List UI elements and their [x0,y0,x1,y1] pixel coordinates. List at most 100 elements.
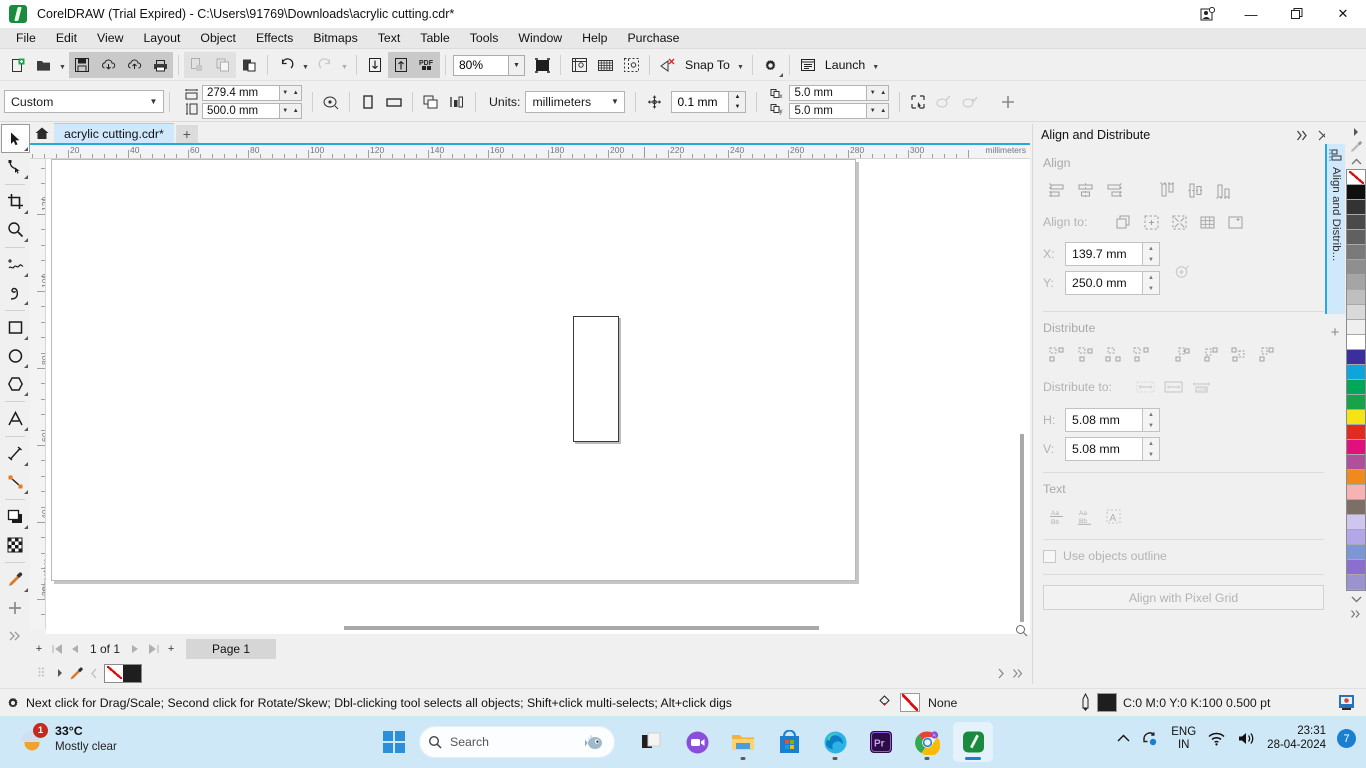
align-y-spinner[interactable]: ▲ ▼ [1143,271,1160,295]
distribute-space-v-icon[interactable] [1225,343,1253,367]
options-gear-icon[interactable] [758,52,784,78]
document-page[interactable] [51,159,856,581]
tray-chevron-icon[interactable] [1117,734,1130,743]
ellipse-tool[interactable] [2,342,29,369]
menu-view[interactable]: View [87,28,133,49]
page-height-spinner[interactable]: ▼ ▲ [280,102,302,119]
specified-point-icon[interactable] [1221,210,1249,234]
wifi-icon[interactable] [1207,731,1226,746]
palette-color-swatch[interactable] [1347,320,1365,335]
align-x-field[interactable]: ▲▼ [1065,242,1160,266]
duplicate-x-field[interactable]: ▼▲ [789,84,890,101]
notification-badge[interactable]: 7 [1337,729,1356,749]
add-page-after-button[interactable]: + [162,639,180,659]
add-docker-button[interactable]: + [1325,322,1345,342]
palette-scroll-down-button[interactable] [1347,591,1365,606]
menu-file[interactable]: File [6,28,46,49]
spacing-h-spinner[interactable]: ▲ ▼ [1143,408,1160,432]
duplicate-x-input[interactable] [789,84,868,101]
duplicate-y-spinner[interactable]: ▼ ▲ [867,102,890,119]
duplicate-x-spinner[interactable]: ▼ ▲ [867,84,890,101]
menu-layout[interactable]: Layout [133,28,190,49]
palette-color-swatch[interactable] [1347,515,1365,530]
distribute-bottom-icon[interactable] [1253,343,1281,367]
menu-tools[interactable]: Tools [460,28,509,49]
palette-color-swatch[interactable] [1347,215,1365,230]
palette-color-swatch[interactable] [1347,470,1365,485]
language-indicator[interactable]: ENG IN [1171,726,1196,752]
transparency-tool[interactable] [2,531,29,558]
palette-color-cells[interactable] [1346,169,1366,591]
palette-color-swatch[interactable] [1347,500,1365,515]
palette-color-swatch[interactable] [1347,200,1365,215]
home-icon[interactable] [30,123,54,143]
palette-color-swatch[interactable] [1347,425,1365,440]
task-view-button[interactable] [631,722,671,762]
spacing-icon[interactable]: 1230 [1187,375,1215,399]
units-select[interactable]: millimeters ▼ [525,90,626,113]
horizontal-ruler[interactable]: 20 40 60 80 100 120 140 160 180 200 220 240 260 280 30… [30,143,1030,159]
more-tools[interactable] [2,622,29,649]
spacing-h-field[interactable]: ▲▼ [1065,408,1160,432]
snap-off-icon[interactable] [655,52,681,78]
palette-eyedropper-icon[interactable] [1347,139,1365,154]
menu-text[interactable]: Text [368,28,411,49]
polygon-tool[interactable] [2,370,29,397]
use-objects-outline-checkbox[interactable] [1043,549,1056,563]
page-width-field[interactable]: ▼▲ [202,84,302,101]
nudge-distance-input[interactable] [671,90,730,113]
collapse-right-icon[interactable] [1292,125,1313,146]
spacing-h-input[interactable] [1065,408,1143,432]
page-edge-icon[interactable] [1137,210,1165,234]
rectangle-tool[interactable] [2,314,29,341]
palette-color-swatch[interactable] [1347,230,1365,245]
docker-tab-align-and-distribute[interactable]: Align and Distrib... [1325,144,1345,314]
windows-start-icon[interactable] [383,731,405,753]
palette-color-swatch[interactable] [1347,575,1365,590]
first-page-button[interactable] [48,639,66,659]
text-tool[interactable] [2,405,29,432]
distribute-left-icon[interactable] [1043,343,1071,367]
fill-outline-swatches[interactable] [104,663,142,683]
speaker-icon[interactable] [1237,731,1256,746]
menu-bitmaps[interactable]: Bitmaps [303,28,367,49]
zoom-level-input[interactable] [453,54,508,76]
current-page-icon[interactable] [444,89,470,115]
palette-scroll-up-button[interactable] [1347,154,1365,169]
page-width-input[interactable] [202,84,280,101]
status-options-gear-icon[interactable] [0,695,26,711]
drawing-canvas[interactable] [46,159,1030,629]
document-tab-acrylic-cutting[interactable]: acrylic cutting.cdr* [54,123,174,143]
text-bounding-box-icon[interactable]: A [1099,504,1127,528]
page-preset-caret-icon[interactable]: ▼ [144,91,163,112]
auto-fit-page-icon[interactable] [318,89,344,115]
grid-icon[interactable] [1193,210,1221,234]
last-line-baseline-icon[interactable]: Aa Bb [1071,504,1099,528]
spacing-v-spinner[interactable]: ▲ ▼ [1143,437,1160,461]
parallel-dimension-tool[interactable] [2,440,29,467]
outline-color-swatch[interactable] [1097,693,1117,712]
palette-color-swatch[interactable] [1347,545,1365,560]
palette-color-swatch[interactable] [1347,410,1365,425]
palette-color-swatch[interactable] [1347,365,1365,380]
undo-icon[interactable] [273,52,299,78]
undo-dropdown-caret-icon[interactable]: ▼ [299,52,312,78]
vertical-ruler[interactable]: 20 40 60 80 100 120 millimeters [30,159,46,629]
palette-color-swatch[interactable] [1347,275,1365,290]
nav-back-icon[interactable] [85,664,102,682]
color-eyedropper-tool[interactable] [2,566,29,593]
menu-purchase[interactable]: Purchase [617,28,689,49]
fullscreen-preview-icon[interactable] [529,52,555,78]
pick-point-icon[interactable] [1168,259,1196,283]
palette-color-swatch[interactable] [1347,350,1365,365]
menu-table[interactable]: Table [410,28,459,49]
menu-object[interactable]: Object [190,28,246,49]
microsoft-edge-button[interactable] [815,722,855,762]
fill-none-swatch[interactable] [900,693,920,712]
zoom-tool[interactable] [2,216,29,243]
menu-window[interactable]: Window [508,28,572,49]
align-bottom-icon[interactable] [1209,178,1237,202]
expand-arrow-icon[interactable] [51,664,68,682]
next-page-button[interactable] [126,639,144,659]
duplicate-y-input[interactable] [789,102,868,119]
